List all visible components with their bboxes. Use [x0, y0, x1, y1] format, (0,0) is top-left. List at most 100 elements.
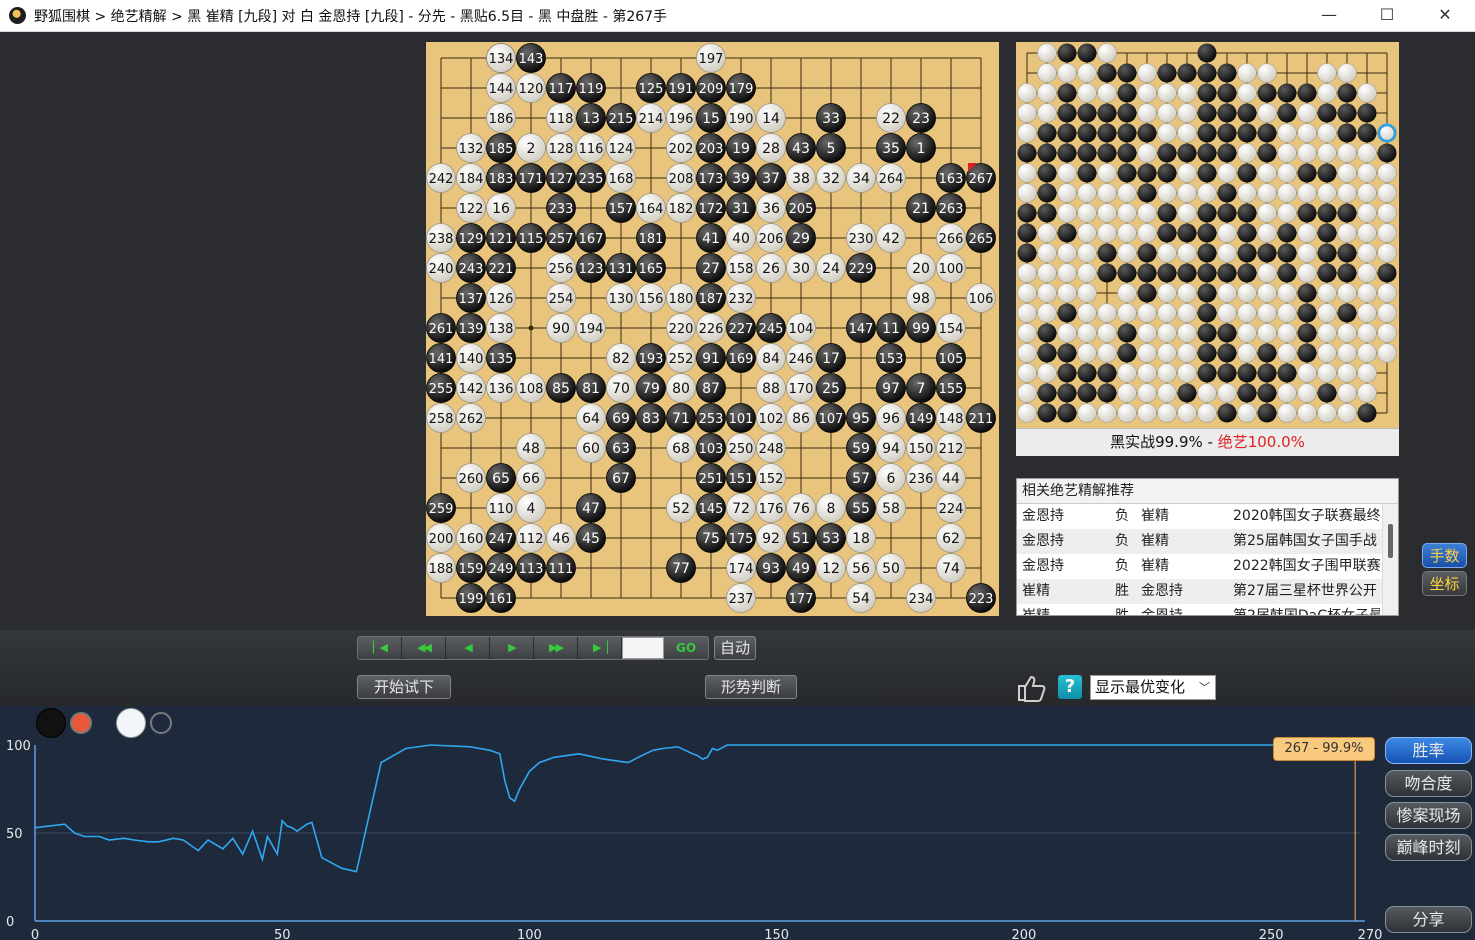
white-stone — [1017, 183, 1037, 203]
winrate-chart[interactable]: 0 50 100 0 50 100 150 200 250 270 — [0, 706, 1475, 940]
move-number: 237 — [729, 592, 754, 607]
related-scrollbar[interactable] — [1382, 504, 1398, 615]
tab-blunders[interactable]: 惨案现场 — [1385, 802, 1472, 829]
white-stone — [1157, 243, 1177, 263]
black-stone — [1217, 63, 1237, 83]
minimize-button[interactable]: — — [1300, 0, 1358, 31]
go-button[interactable]: GO — [664, 637, 708, 659]
player-a: 金恩持 — [1022, 558, 1064, 574]
tab-peak-moments[interactable]: 巅峰时刻 — [1385, 834, 1472, 861]
maximize-button[interactable]: ☐ — [1358, 0, 1416, 31]
toggle-coordinates[interactable]: 坐标 — [1422, 571, 1467, 596]
tab-winrate[interactable]: 胜率 — [1385, 737, 1472, 764]
move-number: 74 — [942, 561, 960, 577]
black-stone — [1197, 43, 1217, 63]
white-stone — [1177, 403, 1197, 423]
white-stone — [1077, 303, 1097, 323]
related-row[interactable]: 崔精 胜 金恩持 第2届韩国DaC杯女子最 — [1017, 604, 1398, 616]
white-stone — [1357, 223, 1377, 243]
move-number: 128 — [549, 142, 574, 157]
white-stone — [1077, 323, 1097, 343]
white-stone — [1117, 303, 1137, 323]
variation-selected-value: 显示最优变化 — [1095, 678, 1186, 696]
related-row[interactable]: 金恩持 负 崔精 2022韩国女子围甲联赛 — [1017, 554, 1398, 579]
white-stone — [1057, 283, 1077, 303]
back-button[interactable]: ◀ — [446, 637, 490, 659]
move-number: 261 — [429, 322, 454, 337]
black-stone — [1137, 263, 1157, 283]
move-number: 8 — [827, 501, 836, 517]
fast-forward-button[interactable]: ▶▶ — [534, 637, 578, 659]
related-row[interactable]: 金恩持 负 崔精 2020韩国女子联赛最终 — [1017, 504, 1398, 529]
black-stone — [1017, 243, 1037, 263]
move-number: 123 — [579, 262, 604, 277]
move-number: 110 — [489, 502, 514, 517]
move-number: 256 — [549, 262, 574, 277]
winrate-graph-panel: 0 50 100 0 50 100 150 200 250 270 267 - 99.9% 胜率 … — [0, 706, 1475, 940]
black-stone — [1017, 203, 1037, 223]
scrollbar-thumb[interactable] — [1388, 524, 1393, 558]
move-number: 232 — [729, 292, 754, 307]
move-number: 42 — [882, 231, 900, 247]
toggle-move-numbers[interactable]: 手数 — [1422, 543, 1467, 568]
app-logo-icon — [9, 7, 26, 24]
black-stone — [1097, 143, 1117, 163]
move-number: 167 — [579, 232, 604, 247]
black-stone — [1177, 263, 1197, 283]
white-stone — [1277, 303, 1297, 323]
white-stone — [1017, 303, 1037, 323]
white-stone — [1057, 183, 1077, 203]
last-move-button[interactable]: ▶▕ — [578, 637, 622, 659]
white-stone — [1277, 143, 1297, 163]
move-number: 83 — [642, 411, 660, 427]
forward-button[interactable]: ▶ — [490, 637, 534, 659]
close-button[interactable]: ✕ — [1416, 0, 1474, 31]
start-trial-button[interactable]: 开始试下 — [357, 675, 451, 699]
share-button[interactable]: 分享 — [1385, 906, 1472, 933]
player-b: 金恩持 — [1141, 608, 1183, 616]
move-number-input[interactable] — [622, 637, 664, 659]
x-tick-label: 0 — [31, 928, 39, 940]
black-stone — [1177, 63, 1197, 83]
white-stone — [1257, 183, 1277, 203]
main-go-board[interactable]: 1331431171191251912091791321515332318520… — [426, 42, 999, 616]
white-series-toggle-icon[interactable] — [150, 712, 172, 734]
black-stone — [1137, 123, 1157, 143]
black-stone — [1277, 103, 1297, 123]
move-number: 6 — [887, 471, 896, 487]
black-stone — [1117, 83, 1137, 103]
white-stone — [1377, 323, 1397, 343]
related-row[interactable]: 崔精 胜 金恩持 第27届三星杯世界公开 — [1017, 579, 1398, 604]
white-player-stone-icon[interactable] — [116, 708, 146, 738]
situation-judgment-button[interactable]: 形势判断 — [705, 675, 797, 699]
black-player-stone-icon[interactable] — [36, 708, 66, 738]
white-stone — [1017, 83, 1037, 103]
player-b: 崔精 — [1141, 533, 1169, 549]
white-stone — [1077, 283, 1097, 303]
white-stone — [1197, 183, 1217, 203]
white-stone — [1037, 83, 1057, 103]
white-stone — [1337, 403, 1357, 423]
fast-back-button[interactable]: ◀◀ — [402, 637, 446, 659]
move-number: 58 — [882, 501, 900, 517]
event-name: 第2届韩国DaC杯女子最 — [1233, 608, 1380, 616]
related-row[interactable]: 金恩持 负 崔精 第25届韩国女子国手战 — [1017, 529, 1398, 554]
thumbs-up-icon[interactable] — [1016, 674, 1048, 702]
main-board-canvas[interactable]: 1331431171191251912091791321515332318520… — [426, 42, 999, 616]
first-move-button[interactable]: ▏◀ — [358, 637, 402, 659]
white-stone — [1357, 363, 1377, 383]
black-stone — [1117, 103, 1137, 123]
move-number: 121 — [489, 232, 514, 247]
black-stone — [1257, 83, 1277, 103]
move-number: 266 — [939, 232, 964, 247]
auto-play-button[interactable]: 自动 — [714, 636, 756, 660]
variation-dropdown[interactable]: 显示最优变化 ﹀ — [1090, 675, 1216, 700]
tab-match-rate[interactable]: 吻合度 — [1385, 770, 1472, 797]
black-series-active-icon[interactable] — [70, 712, 92, 734]
black-stone — [1117, 143, 1137, 163]
move-number: 242 — [429, 172, 454, 187]
move-number: 262 — [459, 412, 484, 427]
help-icon[interactable]: ? — [1058, 675, 1082, 699]
white-stone — [1137, 203, 1157, 223]
black-stone — [1237, 103, 1257, 123]
